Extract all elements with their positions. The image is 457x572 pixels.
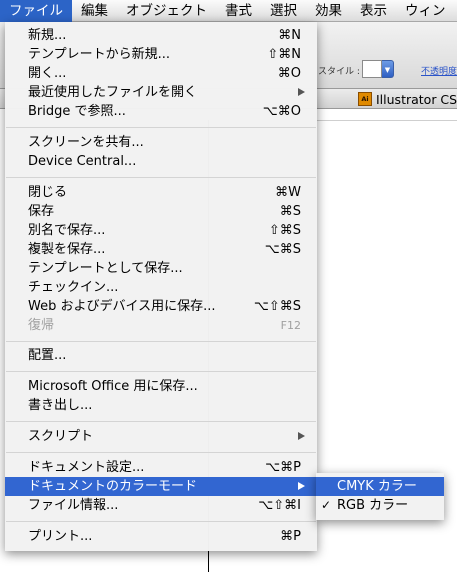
menu-window[interactable]: ウィン: [396, 0, 455, 22]
menu-item-open-recent[interactable]: 最近使用したファイルを開く: [5, 83, 317, 102]
menu-item-label: 保存: [28, 204, 55, 219]
menu-item-shortcut: ⌥⇧⌘S: [253, 299, 301, 314]
menu-item-shortcut: ⌘N: [278, 28, 301, 43]
menu-separator: [6, 452, 316, 453]
style-swatch[interactable]: [362, 60, 382, 78]
menu-separator: [6, 127, 316, 128]
menu-item-shortcut: F12: [280, 319, 301, 332]
menu-item-close[interactable]: 閉じる ⌘W: [5, 183, 317, 202]
menu-item-label: Microsoft Office 用に保存...: [28, 379, 198, 394]
menu-item-label: プリント...: [28, 529, 93, 544]
submenu-item-label: RGB カラー: [337, 498, 409, 513]
menu-item-open[interactable]: 開く... ⌘O: [5, 64, 317, 83]
submenu-arrow-icon: [298, 432, 305, 440]
submenu-arrow-icon: [298, 88, 305, 96]
style-dropdown-arrow[interactable]: ▼: [382, 60, 394, 78]
menu-item-shortcut: ⌘W: [275, 185, 301, 200]
checkmark-icon: ✓: [321, 498, 332, 512]
menu-separator: [6, 371, 316, 372]
menu-item-label: 最近使用したファイルを開く: [28, 85, 198, 100]
opacity-link[interactable]: 不透明度: [421, 64, 457, 77]
menu-item-label: チェックイン...: [28, 280, 119, 295]
menu-item-save-as-template[interactable]: テンプレートとして保存...: [5, 259, 317, 278]
menu-item-print[interactable]: プリント... ⌘P: [5, 527, 317, 546]
menu-separator: [6, 177, 316, 178]
menu-item-shortcut: ⌘O: [277, 66, 301, 81]
menu-item-shortcut: ⌥⇧⌘I: [258, 498, 301, 513]
menu-item-place[interactable]: 配置...: [5, 346, 317, 365]
menu-item-save-for-office[interactable]: Microsoft Office 用に保存...: [5, 377, 317, 396]
menu-item-save[interactable]: 保存 ⌘S: [5, 202, 317, 221]
menu-item-scripts[interactable]: スクリプト: [5, 427, 317, 446]
menu-item-label: 複製を保存...: [28, 242, 106, 257]
document-tab[interactable]: Ai Illustrator CS: [358, 90, 457, 108]
menu-item-save-for-web[interactable]: Web およびデバイス用に保存... ⌥⇧⌘S: [5, 297, 317, 316]
document-tab-label: Illustrator CS: [376, 91, 457, 107]
menu-item-label: 書き出し...: [28, 398, 93, 413]
file-menu: 新規... ⌘N テンプレートから新規... ⇧⌘N 開く... ⌘O 最近使用…: [5, 22, 317, 551]
menu-item-file-info[interactable]: ファイル情報... ⌥⇧⌘I: [5, 496, 317, 515]
menu-item-label: テンプレートとして保存...: [28, 261, 183, 276]
color-mode-submenu: CMYK カラー ✓ RGB カラー: [316, 473, 444, 520]
menu-separator: [6, 341, 316, 342]
menu-item-shortcut: ⇧⌘N: [267, 47, 301, 62]
menu-item-shortcut: ⌘P: [280, 529, 301, 544]
submenu-item-label: CMYK カラー: [337, 479, 417, 494]
menu-item-label: スクリーンを共有...: [28, 135, 144, 150]
submenu-arrow-icon: [298, 482, 305, 490]
menu-item-document-setup[interactable]: ドキュメント設定... ⌥⌘P: [5, 458, 317, 477]
menu-separator: [6, 521, 316, 522]
menu-item-shortcut: ⌥⌘O: [262, 104, 301, 119]
menu-item-shortcut: ⌥⌘P: [265, 460, 301, 475]
menu-item-label: 復帰: [28, 318, 55, 333]
menu-item-new-from-template[interactable]: テンプレートから新規... ⇧⌘N: [5, 45, 317, 64]
menu-item-revert: 復帰 F12: [5, 316, 317, 335]
menu-item-label: Device Central...: [28, 154, 137, 169]
submenu-item-cmyk[interactable]: CMYK カラー: [316, 477, 444, 496]
menu-file[interactable]: ファイル: [0, 0, 72, 22]
menu-item-save-as[interactable]: 別名で保存... ⇧⌘S: [5, 221, 317, 240]
menu-item-label: 新規...: [28, 28, 67, 43]
menu-select[interactable]: 選択: [261, 0, 306, 22]
menu-object[interactable]: オブジェクト: [117, 0, 216, 22]
illustrator-file-icon: Ai: [358, 92, 372, 106]
menu-item-new[interactable]: 新規... ⌘N: [5, 26, 317, 45]
menu-item-label: 開く...: [28, 66, 67, 81]
menu-item-label: ドキュメントのカラーモード: [28, 479, 198, 494]
menu-item-save-a-copy[interactable]: 複製を保存... ⌥⌘S: [5, 240, 317, 259]
menu-item-device-central[interactable]: Device Central...: [5, 152, 317, 171]
menu-item-browse-in-bridge[interactable]: Bridge で参照... ⌥⌘O: [5, 102, 317, 121]
menu-item-shortcut: ⌥⌘S: [264, 242, 301, 257]
menu-item-label: Web およびデバイス用に保存...: [28, 299, 216, 314]
menu-item-label: ファイル情報...: [28, 498, 119, 513]
menu-item-share-screen[interactable]: スクリーンを共有...: [5, 133, 317, 152]
menu-item-document-color-mode[interactable]: ドキュメントのカラーモード: [5, 477, 317, 496]
menu-item-check-in[interactable]: チェックイン...: [5, 278, 317, 297]
menu-item-shortcut: ⌘S: [279, 204, 301, 219]
menu-item-label: テンプレートから新規...: [28, 47, 171, 62]
menu-effect[interactable]: 効果: [306, 0, 351, 22]
menu-item-label: ドキュメント設定...: [28, 460, 145, 475]
menu-item-label: 配置...: [28, 348, 67, 363]
menu-item-shortcut: ⇧⌘S: [268, 223, 301, 238]
menu-view[interactable]: 表示: [351, 0, 396, 22]
menu-item-label: Bridge で参照...: [28, 104, 126, 119]
menu-item-export[interactable]: 書き出し...: [5, 396, 317, 415]
menu-bar: ファイル 編集 オブジェクト 書式 選択 効果 表示 ウィン: [0, 0, 457, 22]
menu-type[interactable]: 書式: [216, 0, 261, 22]
menu-item-label: 閉じる: [28, 185, 68, 200]
menu-item-label: スクリプト: [28, 429, 94, 444]
menu-separator: [6, 421, 316, 422]
menu-item-label: 別名で保存...: [28, 223, 106, 238]
submenu-item-rgb[interactable]: ✓ RGB カラー: [316, 496, 444, 515]
menu-edit[interactable]: 編集: [72, 0, 117, 22]
style-label: スタイル :: [318, 67, 360, 77]
